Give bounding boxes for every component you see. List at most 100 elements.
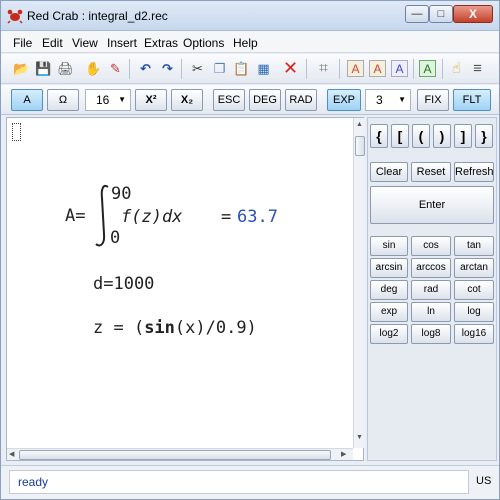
assignment-d: d=1000 [93,274,155,294]
toolbar-separator [306,59,307,79]
cut-icon[interactable]: ✂ [189,60,206,77]
bracket-open-button[interactable]: [ [391,124,409,148]
reset-button[interactable]: Reset [411,162,451,182]
symbol-omega-button[interactable]: Ω [47,89,79,111]
fn-exp-button[interactable]: exp [370,302,408,322]
font-size-select[interactable]: 16 ▼ [85,89,131,111]
rad-button[interactable]: RAD [285,89,317,111]
grid-icon[interactable]: ⌗ [315,60,332,77]
menu-lines-icon[interactable]: ≡ [469,60,486,77]
precision-value: 3 [376,93,383,107]
table-icon[interactable]: ▦ [255,60,272,77]
menu-file[interactable]: File [13,36,32,50]
precision-select[interactable]: 3 ▼ [365,89,411,111]
font-style-icon[interactable]: A [347,60,364,77]
fn-sin-button[interactable]: sin [370,236,408,256]
menu-help[interactable]: Help [233,36,258,50]
delete-icon[interactable]: ✕ [282,59,299,77]
paren-open-button[interactable]: ( [412,124,430,148]
status-text: ready [9,470,469,494]
bracket-close-button[interactable]: ] [454,124,472,148]
scroll-down-icon[interactable]: ▼ [356,434,363,441]
assignment-z: z = (sin(x)/0.9) [93,318,257,338]
enter-button[interactable]: Enter [370,186,494,224]
maximize-button[interactable]: □ [429,5,453,23]
fn-cos-button[interactable]: cos [411,236,451,256]
fn-ln-button[interactable]: ln [411,302,451,322]
refresh-button[interactable]: Refresh [454,162,494,182]
z-prefix: z = ( [93,318,145,338]
fn-log8-button[interactable]: log8 [411,324,451,344]
subscript-button[interactable]: X₂ [171,89,203,111]
red-crab-logo-icon [7,9,23,24]
minimize-button[interactable]: — [405,5,429,23]
flt-button[interactable]: FLT [453,89,491,111]
clear-button[interactable]: Clear [370,162,408,182]
chevron-down-icon: ▼ [398,95,406,104]
fn-arctan-button[interactable]: arctan [454,258,494,278]
fn-rad-button[interactable]: rad [411,280,451,300]
window-title: Red Crab : integral_d2.rec [27,9,168,23]
menu-options[interactable]: Options [183,36,224,50]
text-cursor-box [12,123,21,141]
maximize-icon: □ [437,8,445,20]
keyboard-language: US [476,475,492,487]
fn-log16-button[interactable]: log16 [454,324,494,344]
text-box-icon[interactable]: A [419,60,436,77]
fn-log2-button[interactable]: log2 [370,324,408,344]
fn-deg-button[interactable]: deg [370,280,408,300]
scroll-right-icon[interactable]: ▶ [341,450,346,458]
copy-icon[interactable]: ❐ [211,60,228,77]
exp-button[interactable]: EXP [327,89,361,111]
save-icon[interactable]: 💾 [35,60,52,77]
integral-lhs: A= [65,206,86,226]
function-panel: { [ ( ) ] } Clear Reset Refresh Enter si… [367,117,497,461]
font-format-icon[interactable]: A [391,60,408,77]
open-folder-icon[interactable]: 📂 [13,60,30,77]
status-bar: ready US [1,465,499,499]
brace-open-button[interactable]: { [370,124,388,148]
horizontal-scrollbar[interactable]: ◀ ▶ [7,448,353,460]
scroll-left-icon[interactable]: ◀ [9,450,14,458]
close-button[interactable]: X [453,5,493,23]
menu-extras[interactable]: Extras [144,36,178,50]
integral-result: 63.7 [237,207,278,227]
superscript-button[interactable]: X² [135,89,167,111]
formula-editor[interactable]: A= 90 0 f(z)dx = 63.7 d=1000 z = (sin(x)… [6,117,365,461]
menu-edit[interactable]: Edit [42,36,63,50]
font-color-icon[interactable]: A [369,60,386,77]
minimize-icon: — [411,8,423,20]
brace-close-button[interactable]: } [475,124,493,148]
paste-icon[interactable]: 📋 [233,60,250,77]
undo-icon[interactable]: ↶ [137,60,154,77]
deg-button[interactable]: DEG [249,89,281,111]
fix-button[interactable]: FIX [417,89,449,111]
fn-tan-button[interactable]: tan [454,236,494,256]
font-size-value: 16 [96,93,110,107]
integral-lower-limit: 0 [110,228,121,248]
toolbar-separator [129,59,130,79]
integral-upper-limit: 90 [111,184,132,204]
fn-log-button[interactable]: log [454,302,494,322]
paren-close-button[interactable]: ) [433,124,451,148]
fn-arcsin-button[interactable]: arcsin [370,258,408,278]
hand-icon[interactable]: ✋ [85,60,102,77]
vertical-scroll-thumb[interactable] [355,136,365,156]
menu-view[interactable]: View [72,36,98,50]
help-pointer-icon[interactable]: ☝ [448,60,465,77]
horizontal-scroll-thumb[interactable] [19,450,331,460]
print-icon[interactable]: 🖨 [57,60,74,77]
fn-arccos-button[interactable]: arccos [411,258,451,278]
format-toolbar: A Ω 16 ▼ X² X₂ ESC DEG RAD EXP 3 ▼ FIX F… [1,85,499,115]
toolbar-separator [339,59,340,79]
main-toolbar: 📂 💾 🖨 ✋ ✎ ↶ ↷ ✂ ❐ 📋 ▦ ✕ ⌗ A A A A ☝ ≡ [1,54,499,84]
vertical-scrollbar[interactable]: ▲ ▼ [353,118,365,448]
menu-insert[interactable]: Insert [107,36,137,50]
equals-sign: = [221,207,232,227]
scroll-up-icon[interactable]: ▲ [356,121,363,128]
font-a-button[interactable]: A [11,89,43,111]
esc-button[interactable]: ESC [213,89,245,111]
edit-document-icon[interactable]: ✎ [107,60,124,77]
fn-cot-button[interactable]: cot [454,280,494,300]
redo-icon[interactable]: ↷ [159,60,176,77]
